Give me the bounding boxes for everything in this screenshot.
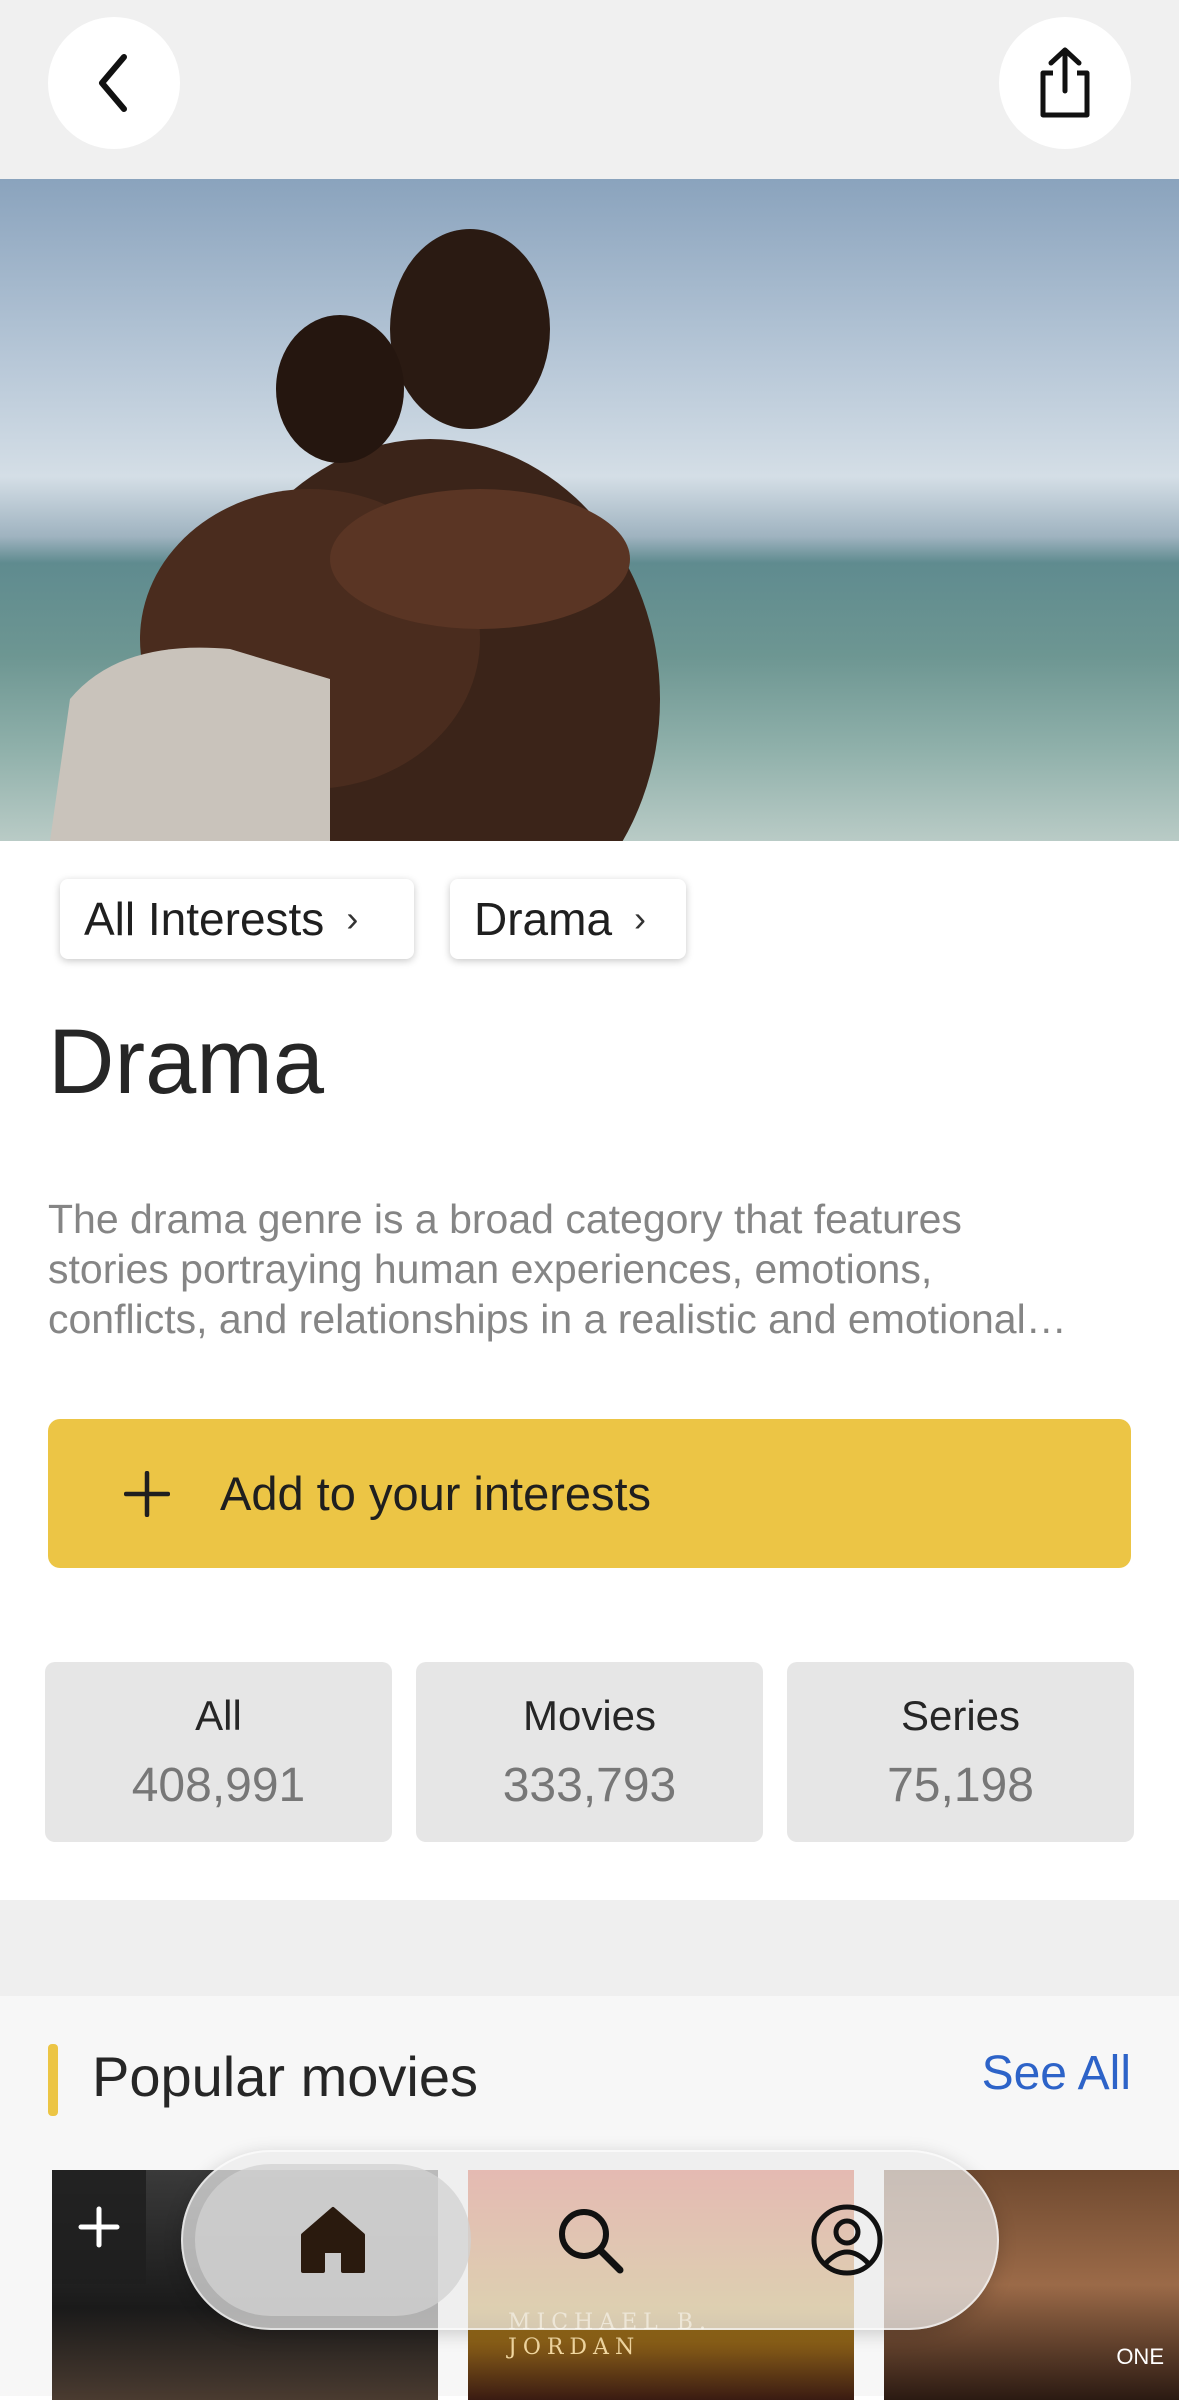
description-line: The drama genre is a broad category that… [48,1196,962,1242]
breadcrumb-label: Drama [474,893,613,945]
share-icon [1040,47,1090,118]
chevron-left-icon [99,54,127,112]
stat-all[interactable]: All 408,991 [45,1662,392,1842]
description-line: conflicts, and relationships in a realis… [48,1296,1067,1342]
stat-movies[interactable]: Movies 333,793 [416,1662,763,1842]
see-all-link[interactable]: See All [982,2046,1131,2101]
add-to-watchlist-button[interactable] [52,2170,146,2284]
profile-icon [811,2204,883,2276]
chevron-right-icon: › [634,898,647,939]
breadcrumb-label: All Interests [84,893,325,945]
stat-label: All [195,1692,242,1739]
stat-value: 408,991 [131,1759,306,1812]
section-title: Popular movies [92,2045,478,2108]
search-icon [559,2209,624,2274]
stat-value: 333,793 [502,1759,677,1812]
section-accent-bar [48,2044,58,2116]
add-to-interests-button[interactable]: Add to your interests [48,1419,1131,1568]
nav-home[interactable] [195,2150,471,2330]
nav-search[interactable] [471,2150,709,2330]
back-button[interactable] [48,17,180,149]
breadcrumb-drama[interactable]: Drama › [450,879,686,959]
section-divider [0,1900,1179,1996]
home-icon [301,2207,365,2273]
share-button[interactable] [999,17,1131,149]
page-title: Drama [48,1011,325,1113]
poster-caption: ONE [1116,2344,1164,2369]
add-button-label: Add to your interests [220,1467,652,1520]
nav-profile[interactable] [709,2150,985,2330]
stat-label: Series [900,1692,1021,1739]
description-line: stories portraying human experiences, em… [48,1246,933,1292]
bottom-nav [181,2150,999,2330]
stat-label: Movies [522,1692,657,1739]
stat-series[interactable]: Series 75,198 [787,1662,1134,1842]
genre-description: The drama genre is a broad category that… [48,1194,1138,1344]
breadcrumb-all-interests[interactable]: All Interests › [60,879,414,959]
plus-icon [112,1470,182,1517]
chevron-right-icon: › [346,898,359,939]
hero-image [0,179,1179,841]
hero-illustration [50,229,660,841]
stat-value: 75,198 [887,1759,1034,1812]
plus-icon [78,2206,120,2248]
